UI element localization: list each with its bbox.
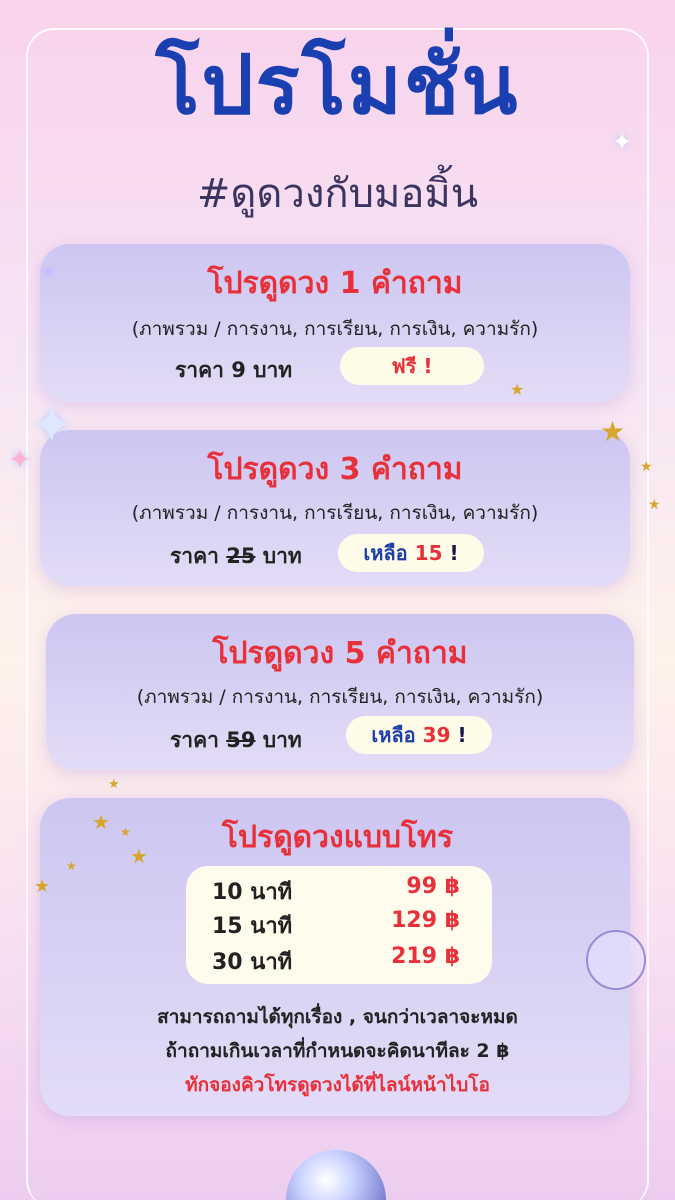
promo-card-desc: (ภาพรวม / การงาน, การเรียน, การเงิน, ควา… — [131, 318, 539, 340]
price-prefix: ราคา — [170, 728, 219, 752]
promo-pill: เหลือ 39 ! — [346, 716, 492, 754]
page-subtitle: #ดูดวงกับมอมิ้น — [196, 171, 479, 217]
price-label: ราคา 9 บาท — [175, 354, 292, 387]
star-icon: ★ — [600, 415, 626, 448]
promo-card-title: โปรดูดวง 3 คำถาม — [207, 452, 463, 487]
promo-card-5: โปรดูดวง 5 คำถาม (ภาพรวม / การงาน, การเร… — [46, 614, 634, 770]
call-note-2: ถ้าถามเกินเวลาที่กำหนดจะคิดนาทีละ 2 ฿ — [165, 1040, 510, 1062]
call-price-row: 10 นาที 99 ฿ — [186, 874, 492, 908]
promo-card-desc: (ภาพรวม / การงาน, การเรียน, การเงิน, ควา… — [136, 686, 544, 708]
price-prefix: ราคา — [175, 358, 224, 382]
sparkle-icon: ✦ — [30, 396, 74, 456]
star-icon: ★ — [120, 825, 131, 839]
price-value-old: 25 — [226, 544, 256, 568]
promo-suffix: ! — [449, 541, 459, 565]
star-icon: ★ — [108, 777, 120, 792]
star-icon: ★ — [130, 844, 148, 868]
call-price: 129 ฿ — [391, 908, 460, 933]
promo-card-title: โปรดูดวง 5 คำถาม — [212, 636, 468, 671]
promo-value: ฟรี ! — [391, 354, 433, 378]
star-icon: ★ — [640, 459, 653, 475]
promo-value: 39 — [422, 723, 451, 747]
call-price: 219 ฿ — [391, 944, 460, 969]
price-label: ราคา 25 บาท — [170, 540, 302, 573]
call-price-row: 30 นาที 219 ฿ — [186, 944, 492, 978]
price-prefix: ราคา — [170, 544, 219, 568]
call-duration: 30 นาที — [212, 950, 293, 975]
star-icon: ★ — [648, 497, 661, 513]
price-value-old: 59 — [226, 728, 256, 752]
page-title: โปรโมชั่น — [155, 37, 520, 133]
promo-pill: ฟรี ! — [340, 347, 484, 385]
price-unit: บาท — [253, 358, 293, 382]
crystal-ball-icon — [586, 930, 646, 990]
call-price-table: 10 นาที 99 ฿ 15 นาที 129 ฿ 30 นาที 219 ฿ — [186, 866, 492, 984]
call-note-3: ทักจองคิวโทรดูดวงได้ที่ไลน์หน้าไบโอ — [185, 1074, 490, 1096]
promo-value: 15 — [414, 541, 443, 565]
call-price-row: 15 นาที 129 ฿ — [186, 908, 492, 942]
promo-card-title: โปรดูดวง 1 คำถาม — [207, 266, 463, 301]
promo-word: เหลือ — [363, 541, 408, 565]
star-icon: ★ — [510, 380, 525, 399]
price-value: 9 — [231, 358, 246, 382]
promo-pill: เหลือ 15 ! — [338, 534, 484, 572]
price-label: ราคา 59 บาท — [170, 724, 302, 757]
sparkle-icon: ✦ — [40, 260, 57, 284]
promo-card-1: โปรดูดวง 1 คำถาม (ภาพรวม / การงาน, การเร… — [40, 244, 630, 402]
promo-suffix: ! — [457, 723, 467, 747]
call-note-1: สามารถถามได้ทุกเรื่อง , จนกว่าเวลาจะหมด — [157, 1006, 518, 1028]
sparkle-icon: ✦ — [8, 443, 32, 476]
star-icon: ★ — [34, 876, 51, 897]
promo-card-desc: (ภาพรวม / การงาน, การเรียน, การเงิน, ควา… — [131, 502, 539, 524]
call-duration: 10 นาที — [212, 880, 293, 905]
call-duration: 15 นาที — [212, 914, 293, 939]
star-icon: ★ — [92, 810, 110, 834]
star-icon: ★ — [66, 859, 77, 873]
price-unit: บาท — [262, 728, 302, 752]
price-unit: บาท — [262, 544, 302, 568]
promo-card-3: โปรดูดวง 3 คำถาม (ภาพรวม / การงาน, การเร… — [40, 430, 630, 586]
promo-word: เหลือ — [371, 723, 416, 747]
sparkle-icon: ✦ — [612, 128, 633, 156]
call-price: 99 ฿ — [406, 874, 460, 899]
